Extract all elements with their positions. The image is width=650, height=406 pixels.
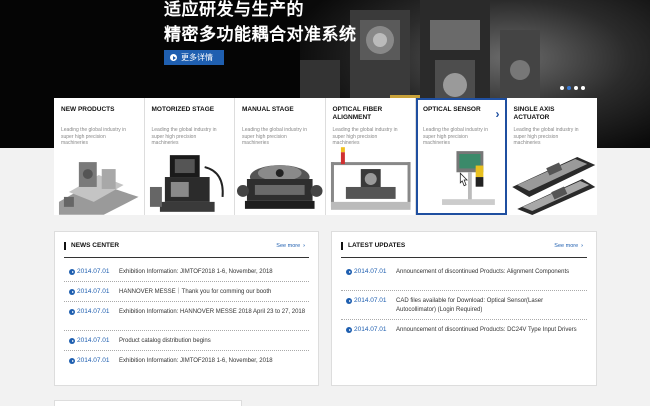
bullet-icon bbox=[69, 289, 75, 295]
latest-updates-title: LATEST UPDATES bbox=[341, 242, 405, 250]
product-card-optical-sensor[interactable]: OPTICAL SENSOR › Leading the global indu… bbox=[416, 98, 507, 215]
news-text[interactable]: HANNOVER MESSE｜Thank you for comming our… bbox=[119, 288, 309, 297]
bullet-icon bbox=[346, 327, 352, 333]
single-axis-actuator-image bbox=[511, 157, 595, 215]
bullet-icon bbox=[69, 309, 75, 315]
product-card-new-products[interactable]: NEW PRODUCTS Leading the global industry… bbox=[54, 98, 145, 215]
news-text[interactable]: Exhibition Information: JIMTOF2018 1-6, … bbox=[119, 268, 309, 277]
updates-see-more-link[interactable]: See more › bbox=[554, 243, 583, 249]
latest-updates-header: LATEST UPDATES See more › bbox=[341, 240, 587, 258]
product-card-title: OPTICAL SENSOR bbox=[423, 106, 481, 113]
more-details-label: 更多详情 bbox=[181, 53, 213, 62]
news-list: 2014.07.01 Exhibition Information: JIMTO… bbox=[64, 262, 309, 371]
bullet-icon bbox=[69, 269, 75, 275]
news-date: 2014.07.01 bbox=[77, 308, 110, 315]
product-card-motorized-stage[interactable]: MOTORIZED STAGE Leading the global indus… bbox=[144, 98, 235, 215]
news-center-header: NEWS CENTER See more › bbox=[64, 240, 309, 258]
news-item[interactable]: 2014.07.01 Product catalog distribution … bbox=[64, 331, 309, 351]
product-card-title: SINGLE AXIS ACTUATOR bbox=[513, 106, 555, 121]
new-products-image bbox=[58, 162, 139, 215]
news-item[interactable]: 2014.07.01 Exhibition Information: JIMTO… bbox=[64, 351, 309, 371]
bullet-icon bbox=[69, 338, 75, 344]
latest-updates-panel: LATEST UPDATES See more › 2014.07.01 Anno… bbox=[331, 231, 597, 386]
product-card-title: NEW PRODUCTS bbox=[61, 106, 115, 113]
news-text[interactable]: Exhibition Information: JIMTOF2018 1-6, … bbox=[119, 357, 309, 366]
bullet-icon bbox=[69, 358, 75, 364]
update-item[interactable]: 2014.07.01 Announcement of discontinued … bbox=[341, 320, 587, 349]
product-card-desc: Leading the global industry in super hig… bbox=[242, 127, 308, 146]
slider-dots bbox=[560, 86, 585, 90]
product-card-title: MOTORIZED STAGE bbox=[151, 106, 215, 113]
manual-stage-image bbox=[236, 165, 323, 209]
product-card-desc: Leading the global industry in super hig… bbox=[423, 127, 489, 146]
motorized-stage-image bbox=[149, 155, 224, 212]
update-date: 2014.07.01 bbox=[354, 297, 387, 304]
update-date: 2014.07.01 bbox=[354, 268, 387, 275]
more-details-button[interactable]: 更多详情 bbox=[164, 50, 224, 65]
news-text[interactable]: Product catalog distribution begins bbox=[119, 337, 309, 346]
bottom-panel bbox=[54, 400, 242, 406]
update-text[interactable]: CAD files available for Download: Optica… bbox=[396, 297, 581, 314]
chevron-right-icon: › bbox=[303, 243, 305, 249]
product-card-manual-stage[interactable]: MANUAL STAGE Leading the global industry… bbox=[235, 98, 326, 215]
news-date: 2014.07.01 bbox=[77, 288, 110, 295]
hero-title-line-1: 适应研发与生产的 bbox=[164, 0, 304, 20]
product-card-desc: Leading the global industry in super hig… bbox=[151, 127, 217, 146]
product-card-desc: Leading the global industry in super hig… bbox=[61, 127, 127, 146]
update-item[interactable]: 2014.07.01 Announcement of discontinued … bbox=[341, 262, 587, 291]
news-center-title: NEWS CENTER bbox=[64, 242, 119, 250]
news-item[interactable]: 2014.07.01 Exhibition Information: JIMTO… bbox=[64, 262, 309, 282]
slider-dot[interactable] bbox=[560, 86, 564, 90]
chevron-right-icon: › bbox=[495, 107, 500, 121]
see-more-label: See more bbox=[554, 243, 579, 249]
page: 适应研发与生产的 精密多功能耦合对准系统 更多详情 NEW PRODUCTS L… bbox=[0, 0, 650, 406]
chevron-right-icon: › bbox=[581, 243, 583, 249]
update-text[interactable]: Announcement of discontinued Products: A… bbox=[396, 268, 581, 277]
bullet-icon bbox=[346, 298, 352, 304]
news-center-panel: NEWS CENTER See more › 2014.07.01 Exhibit… bbox=[54, 231, 319, 386]
update-date: 2014.07.01 bbox=[354, 326, 387, 333]
news-item[interactable]: 2014.07.01 Exhibition Information: HANNO… bbox=[64, 302, 309, 331]
product-categories: NEW PRODUCTS Leading the global industry… bbox=[54, 98, 597, 215]
news-item[interactable]: 2014.07.01 HANNOVER MESSE｜Thank you for … bbox=[64, 282, 309, 302]
news-text[interactable]: Exhibition Information: HANNOVER MESSE 2… bbox=[119, 308, 309, 317]
update-item[interactable]: 2014.07.01 CAD files available for Downl… bbox=[341, 291, 587, 320]
product-card-single-axis-actuator[interactable]: SINGLE AXIS ACTUATOR Leading the global … bbox=[506, 98, 597, 215]
news-date: 2014.07.01 bbox=[77, 357, 110, 364]
hero-title-line-2: 精密多功能耦合对准系统 bbox=[164, 25, 357, 45]
update-text[interactable]: Announcement of discontinued Products: D… bbox=[396, 326, 581, 335]
play-icon bbox=[170, 54, 177, 61]
product-card-desc: Leading the global industry in super hig… bbox=[513, 127, 579, 146]
updates-list: 2014.07.01 Announcement of discontinued … bbox=[341, 262, 587, 349]
news-see-more-link[interactable]: See more › bbox=[276, 243, 305, 249]
news-date: 2014.07.01 bbox=[77, 337, 110, 344]
slider-dot[interactable] bbox=[574, 86, 578, 90]
slider-dot[interactable] bbox=[581, 86, 585, 90]
optical-fiber-alignment-image bbox=[330, 147, 411, 210]
product-card-optical-fiber-alignment[interactable]: OPTICAL FIBER ALIGNMENT Leading the glob… bbox=[325, 98, 416, 215]
slider-dot-active[interactable] bbox=[567, 86, 571, 90]
news-date: 2014.07.01 bbox=[77, 268, 110, 275]
see-more-label: See more bbox=[276, 243, 301, 249]
product-card-title: MANUAL STAGE bbox=[242, 106, 294, 113]
optical-sensor-image bbox=[442, 151, 495, 205]
product-card-title: OPTICAL FIBER ALIGNMENT bbox=[332, 106, 383, 121]
bullet-icon bbox=[346, 269, 352, 275]
product-card-desc: Leading the global industry in super hig… bbox=[332, 127, 398, 146]
